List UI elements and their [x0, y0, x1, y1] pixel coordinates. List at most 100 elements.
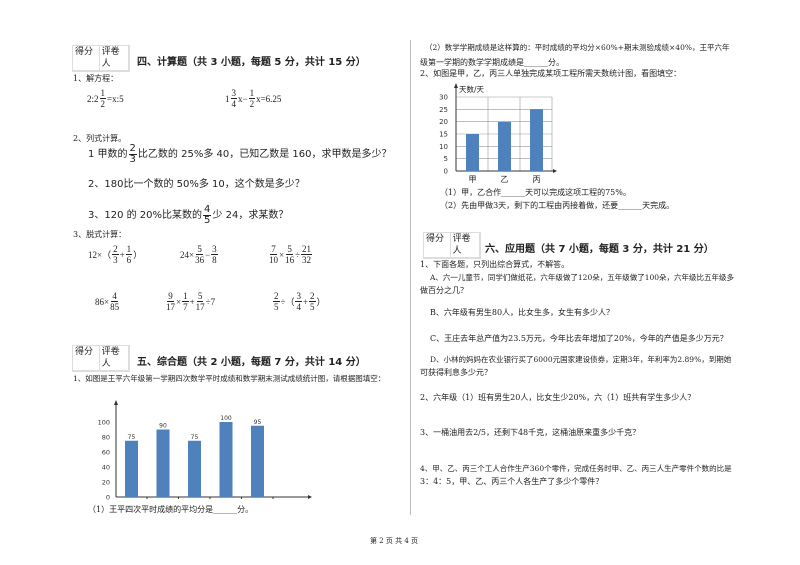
y-tick-label: 25 — [439, 106, 448, 114]
numerator: 3 — [295, 291, 302, 302]
bar — [251, 425, 264, 497]
denominator: 5 — [204, 215, 211, 226]
fraction: 45 — [203, 205, 212, 226]
question-text: 级第一学期的数学学期成绩是______分。 — [420, 58, 564, 67]
math-text: 3、120 的 20%比某数的 — [88, 209, 203, 221]
numerator: 1 — [182, 291, 189, 302]
numerator: 1 — [248, 88, 256, 99]
question-text: 2、六年级（1）班有男生20人，比女生少20%，六（1）班共有学生多少人？ — [420, 393, 696, 402]
fraction: 12 — [99, 88, 107, 109]
denominator: 5 — [274, 302, 279, 312]
question-text: 做百分之几？ — [420, 286, 468, 295]
days-bar-chart: 0 5 10 15 20 25 30 天数/天甲 乙 丙 — [439, 83, 557, 184]
denominator: 16 — [285, 255, 295, 265]
question-text: B、六年级有男生80人，比女生多，女生有多少人？ — [430, 308, 615, 317]
denominator: 6 — [126, 255, 132, 265]
math-text: 1 甲数的 — [88, 148, 128, 160]
score-box: 得分 评卷人 — [72, 45, 130, 72]
math-text: + — [302, 296, 309, 307]
math-text: × — [279, 249, 285, 260]
fraction: 12 — [248, 88, 256, 109]
y-tick-label: 60 — [102, 449, 110, 457]
math-text: 2、180比一个数的 50%多 10，这个数是多少？ — [88, 179, 305, 190]
expression: 12×（ 2 3 +1 6） — [88, 244, 142, 265]
fraction: 34 — [295, 291, 302, 312]
math-text: x=6.25 — [256, 93, 282, 104]
bar — [125, 440, 138, 497]
equation: 1 3 4 x− 1 2 x=6.25 — [225, 88, 281, 109]
reviewer-label: 评卷人 — [450, 233, 480, 258]
q2-label: 2、列式计算。 — [73, 134, 127, 143]
score-label: 得分 — [424, 233, 451, 258]
question-text: C、王庄去年总产值为23.5万元，今年比去年增加了20%，今年的产值是多少万元？ — [430, 334, 728, 343]
y-axis-arrow — [454, 83, 458, 88]
equation: 2:2 1 2 =x:5 — [87, 88, 124, 109]
y-tick-label: 30 — [439, 94, 448, 102]
numerator: 2 — [273, 291, 280, 302]
question-text: D、小林的妈妈在农业银行买了6000元国家建设债券，定期3年，年利率为2.89%… — [430, 355, 732, 364]
question: 1 甲数的 2 3 比乙数的 25%多 40，已知乙数是 160，求甲数是多少？ — [88, 144, 392, 165]
bar — [498, 121, 511, 171]
fraction: 23 — [128, 144, 137, 165]
denominator: 7 — [183, 302, 188, 312]
reviewer-label: 评卷人 — [99, 346, 129, 371]
section6-title: 六、应用题（共 7 小题，每题 3 分，共计 21 分） — [485, 244, 714, 255]
y-tick-label: 20 — [102, 479, 110, 487]
math-text: + — [189, 296, 195, 307]
x-tick-label: 甲 — [469, 175, 477, 184]
bar — [219, 422, 233, 497]
score-label: 得分 — [73, 46, 100, 71]
question-text: （1）甲，乙合作______天可以完成这项工程的75%。 — [440, 188, 631, 197]
page-footer: 第 2 页 共 4 页 — [370, 537, 419, 545]
fraction: 34 — [230, 88, 237, 109]
fraction: 21 32 — [301, 244, 313, 265]
numerator: 1 — [125, 244, 133, 255]
math-text: x− — [238, 93, 248, 104]
numerator: 7 — [270, 244, 277, 255]
question-text: A、六一儿童节，同学们做纸花，六年级做了120朵，五年级做了100朵，六年级比五… — [430, 273, 735, 282]
denominator: 8 — [212, 255, 217, 265]
math-text: 1 — [225, 93, 230, 104]
fraction: 23 — [112, 244, 119, 265]
y-tick-label: 10 — [439, 143, 448, 151]
denominator: 2 — [100, 99, 106, 109]
denominator: 85 — [110, 302, 120, 312]
math-text: × — [176, 296, 182, 307]
fraction: 25 — [273, 291, 280, 312]
bar — [188, 440, 201, 497]
score-label: 得分 — [73, 346, 100, 371]
denominator: 3 — [113, 255, 118, 265]
math-text: ÷7 — [205, 296, 216, 307]
math-text: + — [119, 249, 125, 260]
section5-title: 五、综合题（共 2 小题，每题 7 分，共计 14 分） — [137, 357, 366, 368]
data-label: 90 — [159, 423, 167, 430]
question: 2、180比一个数的 50%多 10，这个数是多少？ — [88, 180, 305, 190]
bar — [466, 134, 479, 171]
question-text: 1、下面各题，只列出综合算式，不解答。 — [420, 260, 570, 269]
numerator: 5 — [196, 291, 204, 302]
y-axis-label: 天数/天 — [459, 84, 485, 94]
expression: 7 10 × 5 16 ÷ 21 32 — [268, 244, 313, 265]
data-label: 100 — [220, 415, 232, 422]
numerator: 5 — [286, 244, 293, 255]
y-tick-label: 5 — [444, 155, 448, 163]
expression: 86× 4 85 — [95, 291, 120, 312]
math-text: 比乙数的 25%多 40，已知乙数是 160，求甲数是多少？ — [137, 148, 392, 160]
denominator: 3 — [129, 154, 136, 165]
question-text: 2、如图是甲，乙，丙三人单独完成某项工程所需天数统计图，看图填空： — [420, 69, 682, 78]
reviewer-label: 评卷人 — [99, 46, 129, 71]
fraction: 17 — [182, 291, 189, 312]
question-text: （1）王平四次平时成绩的平均分是______分。 — [88, 505, 254, 514]
fraction: 7 10 — [269, 244, 278, 265]
expression: 24× 5 36−3 8 — [180, 244, 219, 265]
denominator: 17 — [166, 302, 175, 312]
question-text: （2）数学学期成绩是这样算的：平时成绩的平均分×60%+期末测验成绩×40%，王… — [425, 43, 730, 52]
data-label: 75 — [128, 434, 136, 441]
question-text: 3：4：5，甲、乙、丙三个人各生产了多少个零件？ — [420, 477, 604, 486]
question-text: 3、一桶油用去2/5，还剩下48千克，这桶油原来重多少千克？ — [420, 428, 641, 437]
denominator: 32 — [302, 255, 312, 265]
fraction: 25 — [309, 291, 316, 312]
bar — [156, 429, 170, 497]
numerator: 2 — [309, 291, 316, 302]
numerator: 1 — [99, 88, 107, 99]
